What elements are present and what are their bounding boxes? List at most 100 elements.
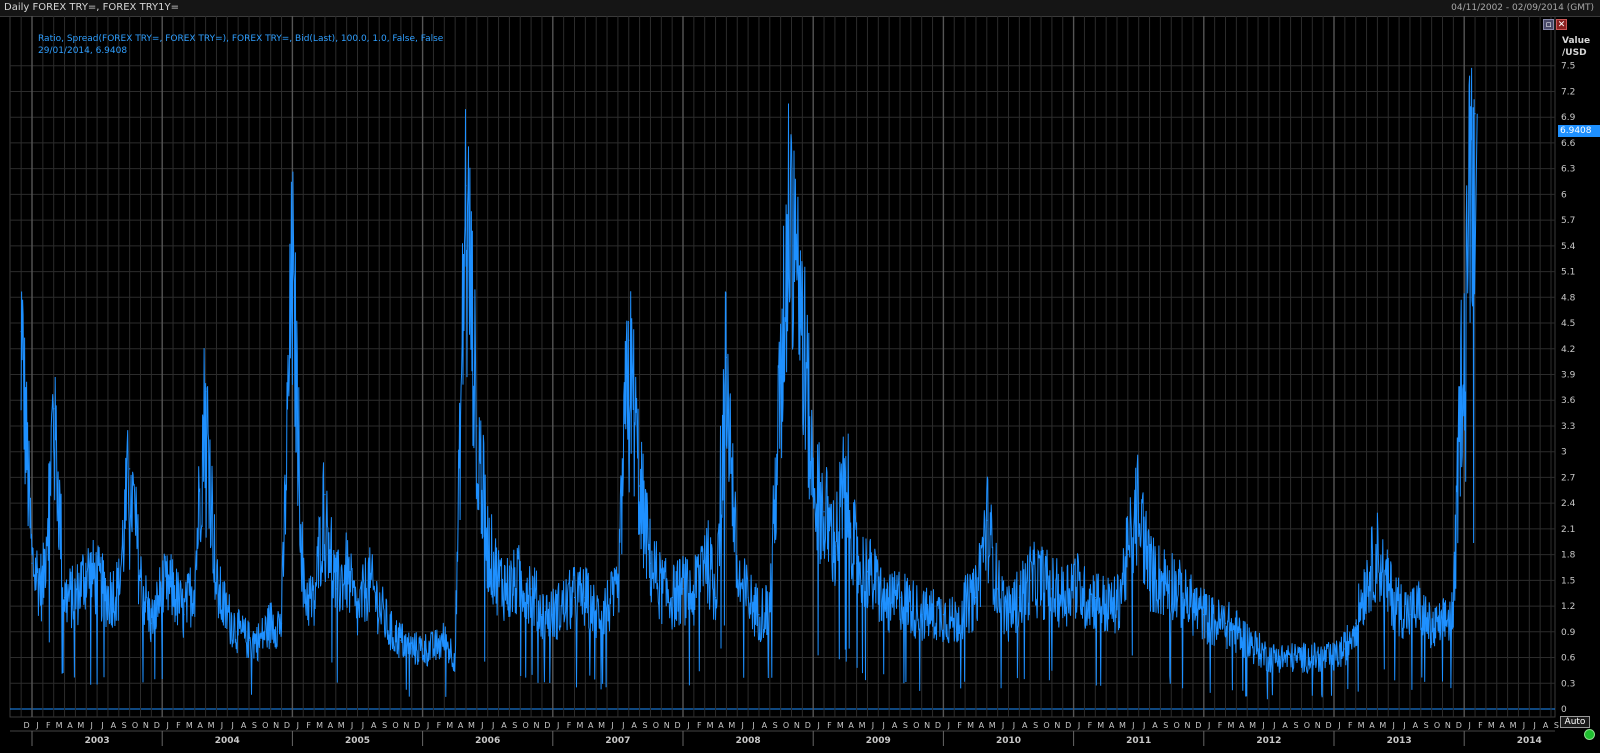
month-tick-label: M	[77, 721, 84, 730]
data-point	[346, 571, 348, 573]
month-tick-label: A	[1282, 721, 1288, 730]
month-tick-label: F	[46, 721, 51, 730]
month-tick-label: J	[426, 721, 429, 730]
month-tick-label: S	[903, 721, 908, 730]
data-point	[487, 545, 489, 547]
month-tick-label: J	[1131, 721, 1134, 730]
month-tick-label: M	[56, 721, 63, 730]
month-tick-label: S	[512, 721, 517, 730]
month-tick-label: N	[1054, 721, 1060, 730]
data-point	[1105, 605, 1107, 607]
month-tick-label: N	[1445, 721, 1451, 730]
month-tick-label: J	[740, 721, 743, 730]
month-tick-label: F	[1088, 721, 1093, 730]
month-tick-label: N	[794, 721, 800, 730]
month-tick-label: S	[382, 721, 387, 730]
data-point	[541, 614, 543, 616]
data-point	[1431, 631, 1433, 633]
series-line	[20, 67, 1478, 700]
month-tick-label: M	[728, 721, 735, 730]
month-tick-label: J	[491, 721, 494, 730]
data-point	[432, 648, 435, 650]
month-tick-label: A	[111, 721, 117, 730]
data-point	[1290, 656, 1292, 659]
auto-scale-button[interactable]: Auto	[1560, 716, 1590, 728]
data-point	[280, 622, 283, 624]
data-point	[389, 631, 391, 633]
month-tick-label: J	[480, 721, 483, 730]
data-point	[324, 493, 326, 496]
data-point	[270, 622, 272, 624]
y-tick-label: 3.3	[1561, 422, 1575, 432]
data-point	[649, 562, 652, 564]
month-tick-label: F	[697, 721, 702, 730]
data-point	[1148, 571, 1151, 573]
data-point	[31, 562, 33, 564]
last-value-tag: 6.9408	[1558, 125, 1600, 137]
month-tick-label: F	[957, 721, 962, 730]
month-tick-label: D	[154, 721, 160, 730]
y-tick-label: 0.9	[1561, 628, 1576, 638]
data-point	[964, 605, 966, 607]
month-tick-label: M	[316, 721, 323, 730]
data-point	[161, 588, 163, 590]
y-unit-line2: /USD	[1562, 48, 1587, 58]
close-icon[interactable]: ✕	[1556, 19, 1567, 30]
month-tick-label: D	[1325, 721, 1331, 730]
month-tick-label: J	[610, 721, 613, 730]
month-tick-label: A	[328, 721, 334, 730]
data-point	[693, 596, 695, 599]
y-tick-label: 1.8	[1561, 551, 1576, 561]
data-point	[834, 545, 836, 547]
y-tick-label: 0.3	[1561, 679, 1575, 689]
data-point	[237, 631, 239, 633]
y-tick-label: 5.7	[1561, 216, 1575, 226]
data-point	[888, 605, 890, 607]
data-point	[1355, 622, 1357, 624]
y-tick-label: 7.2	[1561, 87, 1575, 97]
month-tick-label: M	[446, 721, 453, 730]
data-point	[215, 588, 218, 590]
data-point	[986, 519, 988, 521]
month-tick-label: J	[165, 721, 168, 730]
month-tick-label: A	[458, 721, 464, 730]
month-tick-label: A	[848, 721, 854, 730]
month-tick-label: A	[1022, 721, 1028, 730]
data-point	[1333, 656, 1335, 659]
data-point	[812, 485, 814, 487]
y-tick-label: 2.4	[1561, 499, 1576, 509]
data-point	[975, 596, 977, 599]
data-point	[367, 579, 369, 581]
data-point	[1474, 113, 1476, 115]
data-point	[1181, 596, 1183, 599]
y-tick-label: 4.2	[1561, 345, 1575, 355]
data-point	[910, 605, 912, 607]
month-tick-label: M	[837, 721, 844, 730]
month-tick-label: J	[871, 721, 874, 730]
y-tick-label: 2.7	[1561, 473, 1575, 483]
month-tick-label: A	[892, 721, 898, 730]
data-point	[1159, 579, 1161, 581]
data-point	[150, 622, 152, 624]
chart-area[interactable]: 0 0.3 0.6 0.9 1.2 1.5 1.8 2.1 2.4 2.7 3 3.3 3.6 3.9 4.…	[0, 16, 1600, 753]
data-point	[758, 614, 760, 616]
month-tick-label: O	[1174, 721, 1180, 730]
y-tick-label: 7.5	[1561, 62, 1575, 72]
data-point	[519, 579, 521, 581]
data-point	[139, 579, 142, 581]
restore-icon[interactable]: ▫	[1543, 19, 1554, 30]
data-point	[1203, 614, 1205, 616]
month-tick-label: F	[306, 721, 311, 730]
y-tick-label: 5.4	[1561, 242, 1576, 252]
y-tick-label: 0	[1561, 705, 1567, 715]
month-tick-label: S	[1163, 721, 1168, 730]
month-tick-label: M	[576, 721, 583, 730]
data-point	[465, 185, 467, 187]
month-tick-label: O	[653, 721, 659, 730]
year-tick-label: 2014	[1517, 736, 1542, 746]
y-tick-label: 6.6	[1561, 139, 1576, 149]
data-point	[584, 596, 586, 599]
data-point	[118, 588, 120, 590]
data-point	[866, 571, 869, 573]
month-tick-label: N	[273, 721, 279, 730]
